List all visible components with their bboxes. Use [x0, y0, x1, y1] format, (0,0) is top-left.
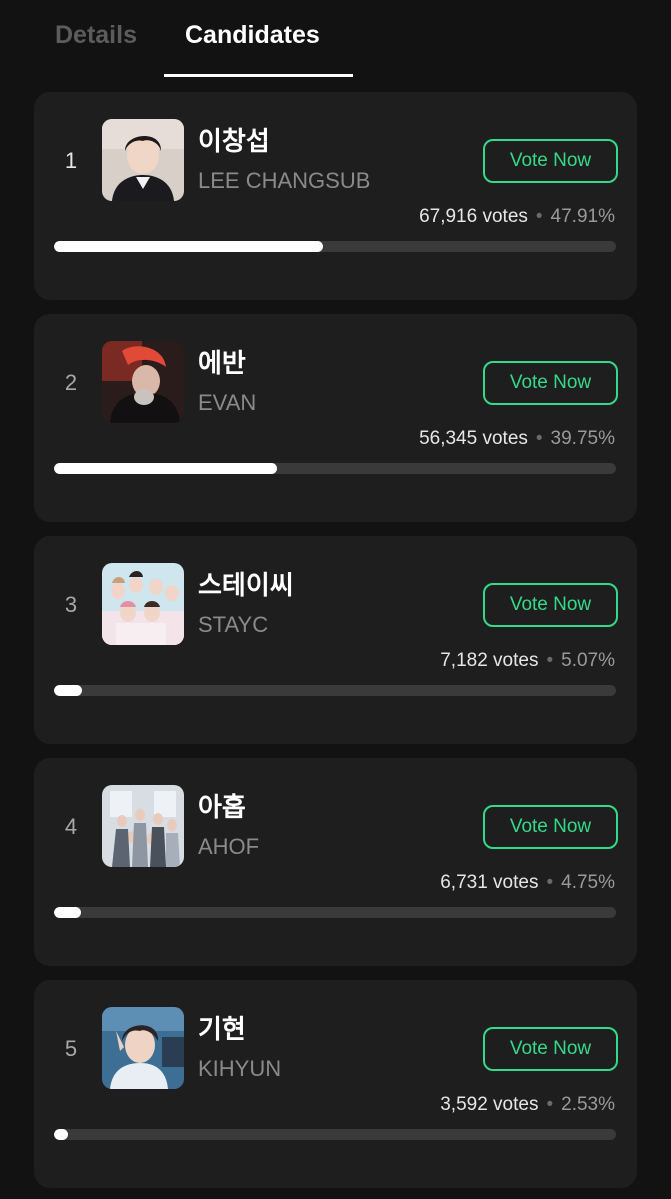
candidate-name-korean: 아홉 [198, 793, 246, 823]
candidate-photo-icon [102, 341, 184, 423]
progress-bar-fill [54, 1129, 69, 1140]
candidate-name-korean: 에반 [198, 349, 246, 379]
progress-bar-fill [54, 907, 81, 918]
vote-count: 56,345 votes [419, 428, 528, 449]
tab-bar: Details Candidates [0, 0, 671, 78]
vote-now-button[interactable]: Vote Now [483, 361, 618, 405]
separator-dot: • [535, 428, 543, 449]
vote-count: 3,592 votes [440, 1094, 539, 1115]
tab-details[interactable]: Details [55, 18, 137, 52]
progress-bar [54, 907, 616, 918]
rank-number: 2 [64, 370, 78, 395]
vote-percentage: 47.91% [550, 206, 615, 227]
vote-stats: 6,731 votes • 4.75% [440, 871, 615, 895]
candidate-name-korean: 스테이씨 [198, 571, 294, 601]
vote-count: 67,916 votes [419, 206, 528, 227]
progress-bar [54, 1129, 616, 1140]
vote-count: 7,182 votes [440, 650, 539, 671]
rank-number: 3 [64, 592, 78, 617]
progress-bar-fill [54, 685, 83, 696]
candidate-card-2: 2 에반 EVAN Vote Now 56,345 votes • 39.75% [34, 314, 637, 522]
vote-stats: 3,592 votes • 2.53% [440, 1093, 615, 1117]
candidate-photo-icon [102, 563, 184, 645]
candidate-card-4: 4 아홉 AHOF Vote Now 6,731 votes • 4.75% [34, 758, 637, 966]
separator-dot: • [546, 650, 554, 671]
candidate-name-english: STAYC [198, 612, 269, 637]
vote-percentage: 39.75% [550, 428, 615, 449]
progress-bar [54, 241, 616, 252]
candidate-card-5: 5 기현 KIHYUN Vote Now 3,592 votes • 2.53% [34, 980, 637, 1188]
candidate-name-korean: 기현 [198, 1015, 246, 1045]
separator-dot: • [546, 1094, 554, 1115]
vote-percentage: 5.07% [561, 650, 615, 671]
rank-number: 5 [64, 1036, 78, 1061]
vote-count: 6,731 votes [440, 872, 539, 893]
candidate-name-english: LEE CHANGSUB [198, 168, 371, 193]
separator-dot: • [546, 872, 554, 893]
vote-stats: 7,182 votes • 5.07% [440, 649, 615, 673]
candidate-name-english: EVAN [198, 390, 257, 415]
rank-number: 1 [64, 148, 78, 173]
candidate-card-3: 3 스테이씨 STAYC Vote Now 7,182 votes • 5.07% [34, 536, 637, 744]
candidate-photo-icon [102, 785, 184, 867]
separator-dot: • [535, 206, 543, 227]
vote-now-button[interactable]: Vote Now [483, 805, 618, 849]
rank-number: 4 [64, 814, 78, 839]
vote-stats: 67,916 votes • 47.91% [419, 205, 615, 229]
active-tab-indicator [164, 74, 353, 77]
progress-bar-fill [54, 463, 278, 474]
candidate-card-1: 1 이창섭 LEE CHANGSUB Vote Now 67,916 votes… [34, 92, 637, 300]
candidate-photo-icon [102, 119, 184, 201]
candidate-photo-icon [102, 1007, 184, 1089]
vote-now-button[interactable]: Vote Now [483, 583, 618, 627]
vote-now-button[interactable]: Vote Now [483, 139, 618, 183]
tab-candidates[interactable]: Candidates [185, 18, 320, 52]
candidate-name-english: KIHYUN [198, 1056, 282, 1081]
vote-percentage: 4.75% [561, 872, 615, 893]
vote-stats: 56,345 votes • 39.75% [419, 427, 615, 451]
progress-bar-fill [54, 241, 324, 252]
vote-now-button[interactable]: Vote Now [483, 1027, 618, 1071]
progress-bar [54, 463, 616, 474]
candidate-name-english: AHOF [198, 834, 260, 859]
candidate-name-korean: 이창섭 [198, 127, 270, 157]
vote-percentage: 2.53% [561, 1094, 615, 1115]
progress-bar [54, 685, 616, 696]
